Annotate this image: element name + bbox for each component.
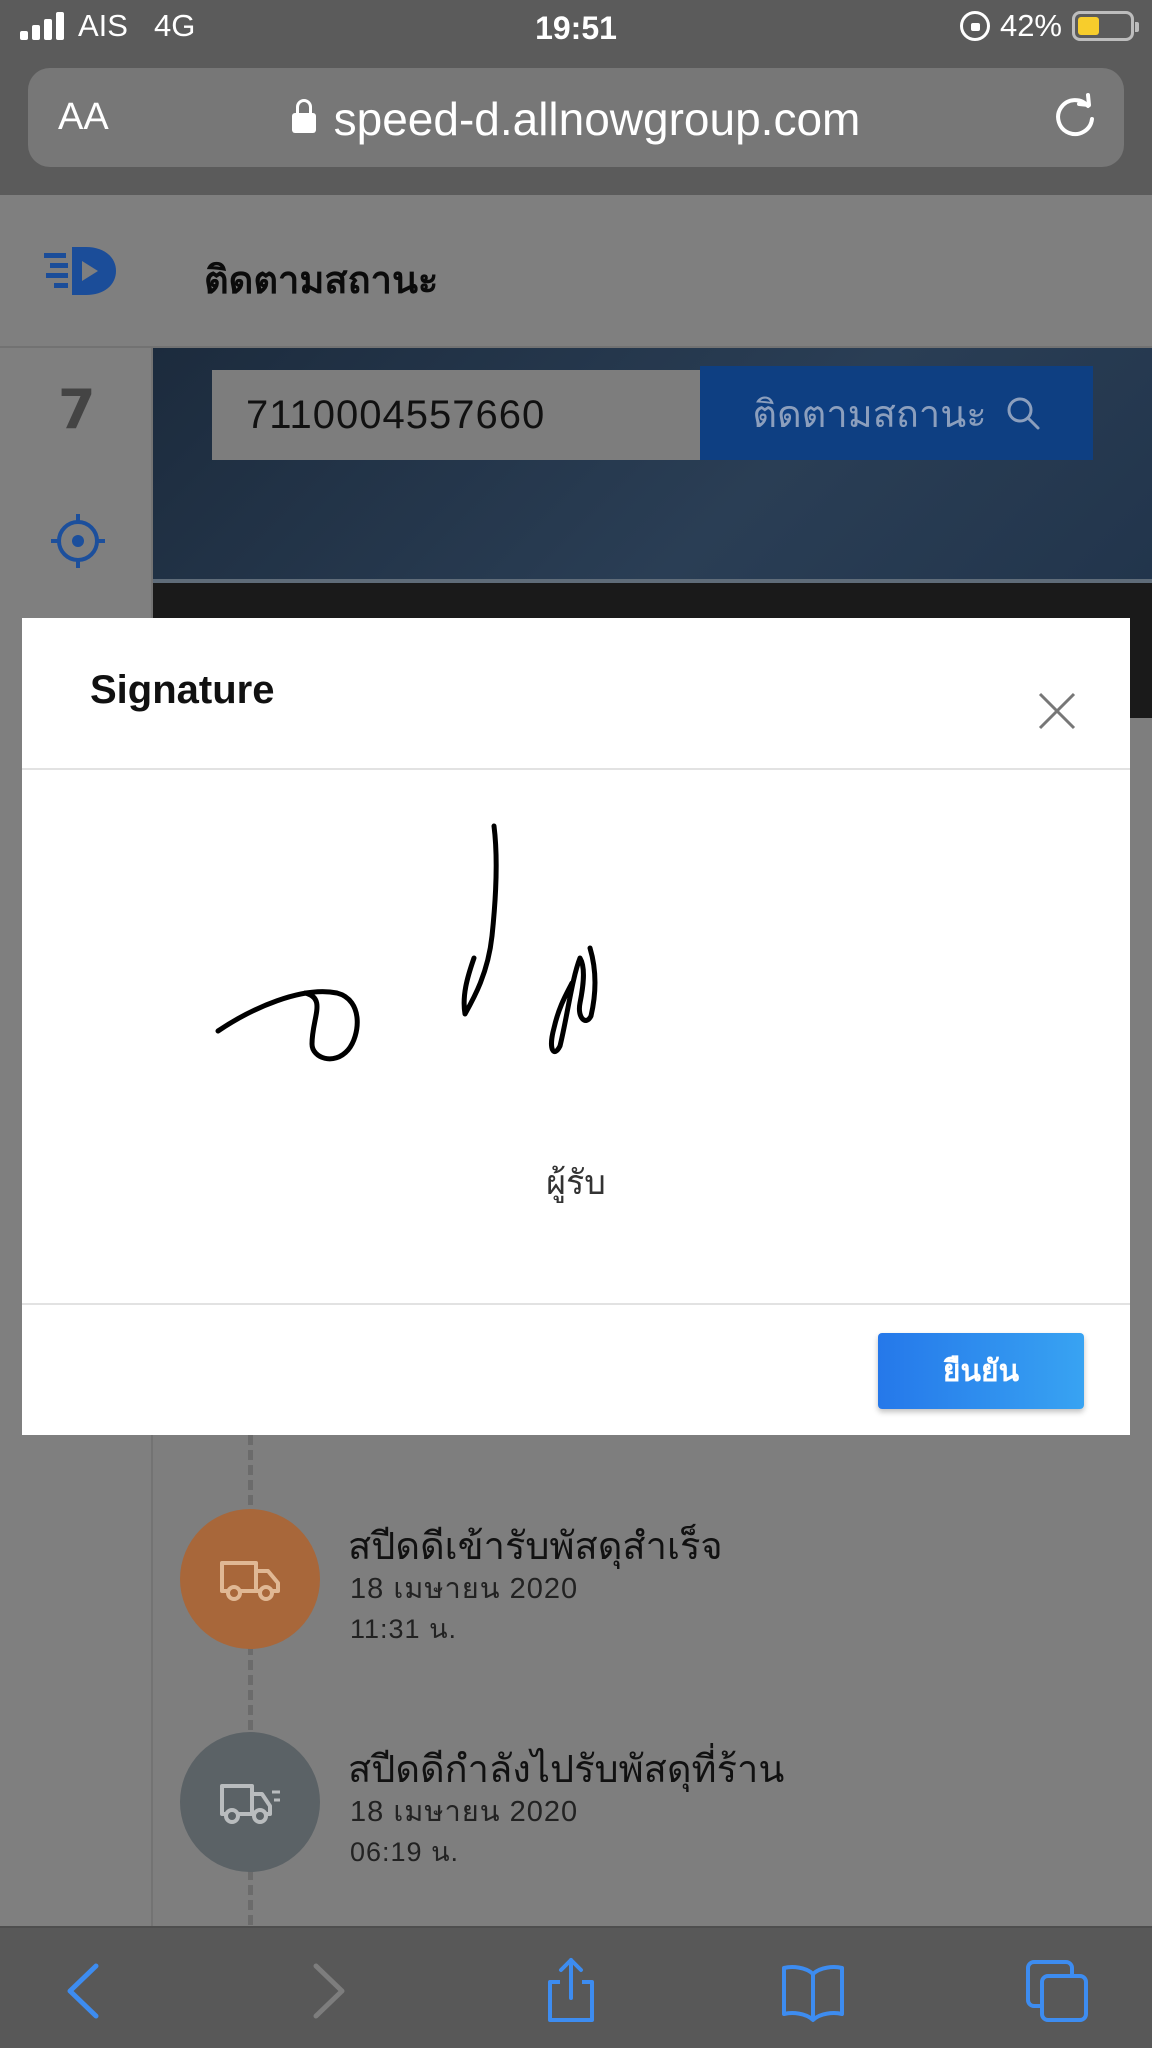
search-icon (1007, 397, 1040, 430)
forward-icon[interactable] (292, 1956, 362, 2026)
url-text: speed-d.allnowgroup.com (333, 93, 861, 145)
share-icon[interactable] (536, 1956, 606, 2026)
battery-percent: 42% (999, 8, 1062, 43)
signature-modal: Signature ผู้รับ ยืนยัน (22, 618, 1130, 1435)
battery-icon (1072, 11, 1139, 41)
browser-toolbar (0, 1926, 1152, 2048)
signature-label: ผู้รับ (546, 1164, 606, 1202)
timeline-time: 06:19 น. (350, 1837, 460, 1867)
battery-fill (1078, 17, 1099, 35)
bookmarks-icon[interactable] (778, 1956, 848, 2026)
modal-title: Signature (90, 668, 275, 712)
status-right: 42% (959, 8, 1139, 44)
search-banner: ติดตามสถานะ (153, 348, 1152, 583)
tracking-number-input[interactable] (212, 370, 700, 460)
modal-footer-divider (22, 1303, 1130, 1305)
track-status-button[interactable]: ติดตามสถานะ (700, 366, 1093, 460)
moving-truck-icon (220, 1784, 280, 1824)
timeline-circle (180, 1509, 320, 1649)
speed-d-logo[interactable] (42, 241, 120, 301)
close-icon[interactable] (1032, 686, 1082, 736)
tracking-target-icon[interactable] (50, 513, 106, 569)
truck-icon (220, 1561, 280, 1601)
signature-drawing (215, 823, 598, 1062)
seven-eleven-icon[interactable]: 7 (58, 378, 96, 441)
lock-icon (291, 98, 316, 133)
address-bar[interactable]: AA speed-d.allnowgroup.com (28, 68, 1124, 167)
modal-header-divider (22, 768, 1130, 770)
page-title: ติดตามสถานะ (204, 260, 439, 302)
track-status-label: ติดตามสถานะ (752, 393, 987, 436)
reload-icon[interactable] (1050, 92, 1100, 142)
tabs-icon[interactable] (1022, 1956, 1092, 2026)
status-bar: AIS 4G 19:51 42% (0, 0, 1152, 60)
page: AIS 4G 19:51 42% AA speed-d.allnowgroup.… (0, 0, 1152, 2048)
timeline-item: สปีดดีกำลังไปรับพัสดุที่ร้าน 18 เมษายน 2… (180, 1732, 1140, 1877)
timeline-date: 18 เมษายน 2020 (350, 1573, 579, 1605)
timeline-item: สปีดดีเข้ารับพัสดุสำเร็จ 18 เมษายน 2020 … (180, 1509, 1140, 1654)
timeline-time: 11:31 น. (350, 1614, 458, 1644)
url-display[interactable]: speed-d.allnowgroup.com (28, 92, 1124, 146)
timeline-date: 18 เมษายน 2020 (350, 1796, 579, 1828)
browser-chrome: AA speed-d.allnowgroup.com (0, 60, 1152, 195)
confirm-button[interactable]: ยืนยัน (878, 1333, 1084, 1409)
app-header: ติดตามสถานะ (0, 195, 1152, 348)
timeline-circle (180, 1732, 320, 1872)
rotation-lock-icon (959, 11, 990, 41)
back-icon[interactable] (50, 1956, 120, 2026)
